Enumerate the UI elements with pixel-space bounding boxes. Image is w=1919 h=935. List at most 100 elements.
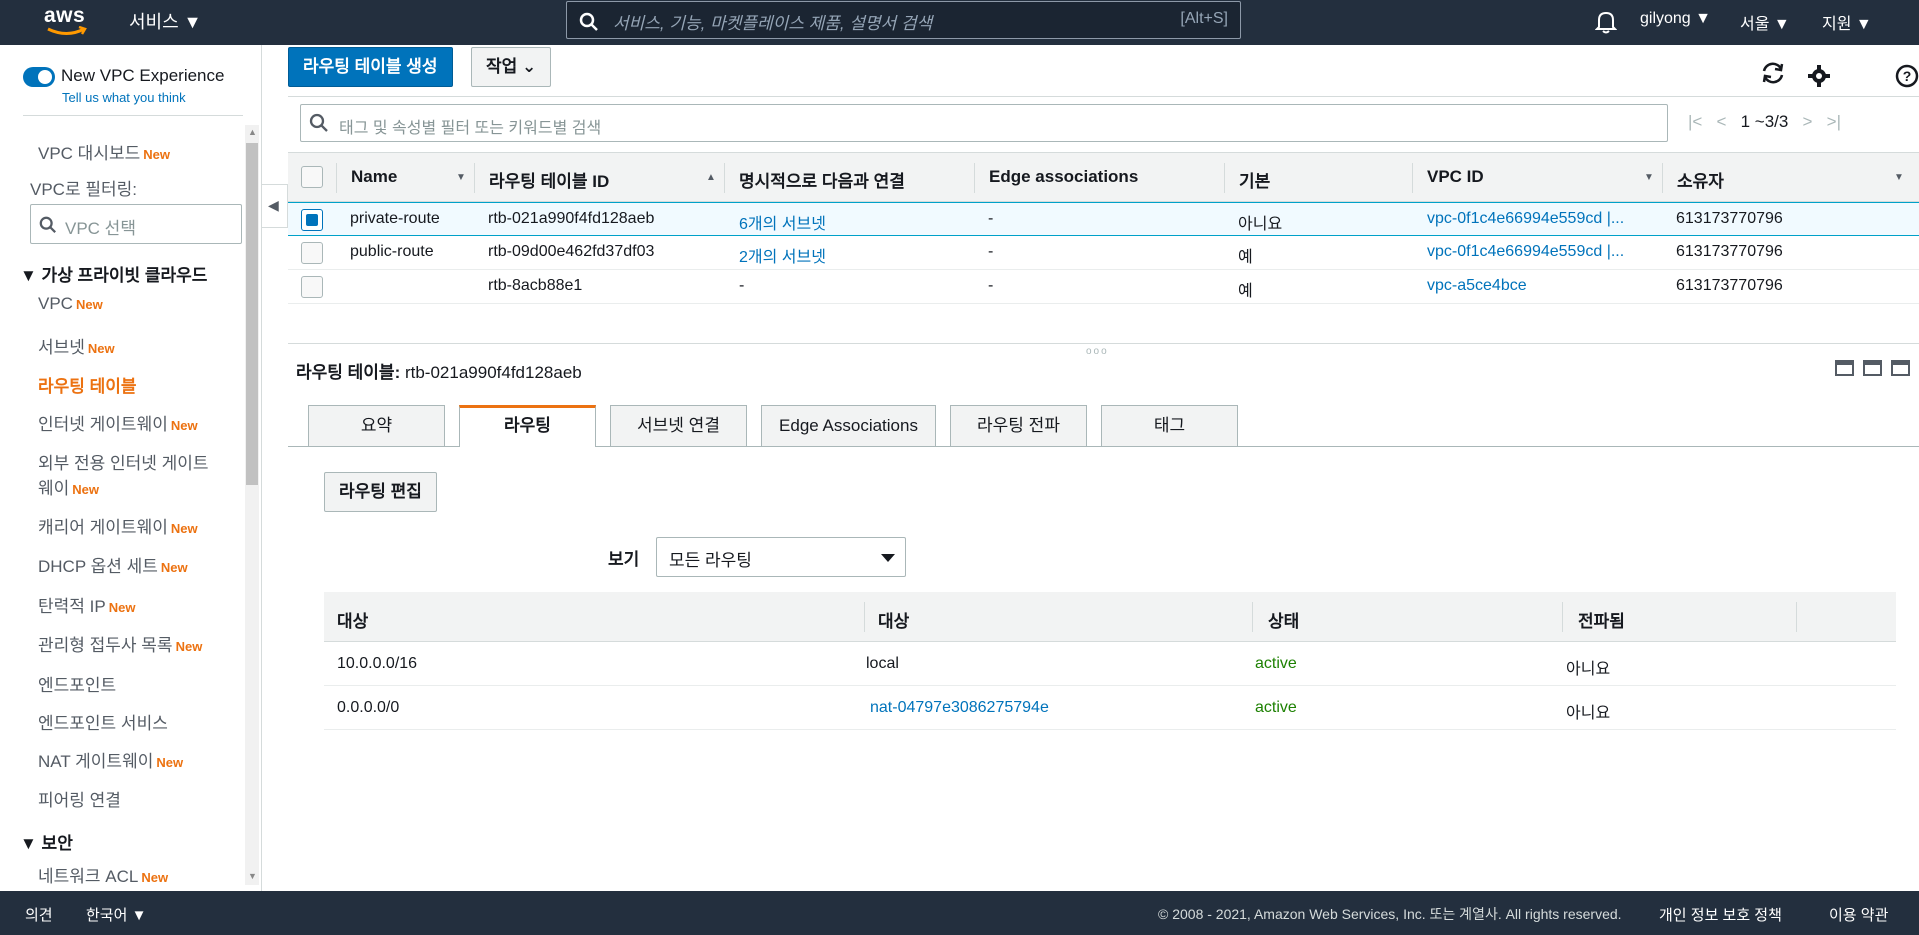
gear-icon[interactable] bbox=[1808, 65, 1830, 87]
vpc-filter-placeholder: VPC 선택 bbox=[65, 219, 136, 238]
table-row[interactable]: rtb-8acb88e1 - - 예 vpc-a5ce4bce 61317377… bbox=[288, 270, 1919, 304]
column-header-route-table-id[interactable]: 라우팅 테이블 ID bbox=[489, 167, 609, 192]
bell-icon[interactable] bbox=[1595, 10, 1617, 34]
tab-edge-associations[interactable]: Edge Associations bbox=[761, 405, 936, 446]
vpc-filter-select[interactable]: VPC 선택 bbox=[30, 204, 242, 244]
tab-routes[interactable]: 라우팅 bbox=[459, 405, 596, 447]
sidebar-item-label: NAT 게이트웨이 bbox=[38, 752, 154, 771]
cell-vpc-id-link[interactable]: vpc-a5ce4bce bbox=[1427, 277, 1655, 295]
column-header-edge-assoc[interactable]: Edge associations bbox=[989, 167, 1138, 187]
feedback-link[interactable]: 의견 bbox=[25, 904, 53, 925]
sidebar-item-egress-only-igw[interactable]: 외부 전용 인터넷 게이트 bbox=[38, 449, 209, 474]
scroll-down-icon[interactable]: ▼ bbox=[248, 871, 257, 881]
new-vpc-experience-toggle[interactable] bbox=[23, 67, 55, 87]
sidebar-item-network-acl[interactable]: 네트워크 ACL New bbox=[38, 862, 168, 887]
sidebar-item-carrier-gateways[interactable]: 캐리어 게이트웨이 New bbox=[38, 513, 198, 538]
actions-button[interactable]: 작업 ⌄ bbox=[471, 47, 552, 87]
caret-down-icon bbox=[881, 554, 895, 562]
sidebar-item-egress-only-igw-cont[interactable]: 웨이 New bbox=[38, 474, 99, 499]
layout-split-icon[interactable] bbox=[1863, 360, 1882, 376]
sidebar-item-prefix-lists[interactable]: 관리형 접두사 목록 New bbox=[38, 631, 202, 656]
column-header-explicit-assoc[interactable]: 명시적으로 다음과 연결 bbox=[739, 167, 905, 192]
tab-tags[interactable]: 태그 bbox=[1101, 405, 1238, 446]
cell-explicit-assoc-link[interactable]: 2개의 서브넷 bbox=[739, 243, 826, 267]
table-row[interactable]: private-route rtb-021a990f4fd128aeb 6개의 … bbox=[288, 202, 1919, 236]
sidebar-item-internet-gateways[interactable]: 인터넷 게이트웨이 New bbox=[38, 410, 198, 435]
sidebar-item-label: 라우팅 테이블 bbox=[38, 377, 137, 396]
sidebar-item-dashboard[interactable]: VPC 대시보드 New bbox=[38, 139, 170, 164]
sidebar-item-dhcp-options[interactable]: DHCP 옵션 세트 New bbox=[38, 552, 188, 577]
help-icon[interactable]: ? bbox=[1895, 64, 1919, 88]
section-security[interactable]: ▼ 보안 bbox=[20, 829, 73, 854]
column-header-vpc-id[interactable]: VPC ID bbox=[1427, 167, 1484, 187]
section-virtual-private-cloud[interactable]: ▼ 가상 프라이빗 클라우드 bbox=[20, 261, 207, 286]
pagination: |< < 1 ~3/3 > >| bbox=[1688, 112, 1841, 132]
select-all-checkbox[interactable] bbox=[301, 166, 323, 188]
last-page-icon[interactable]: >| bbox=[1827, 112, 1841, 131]
user-menu[interactable]: gilyong ▼ bbox=[1640, 10, 1711, 28]
new-badge: New bbox=[87, 341, 115, 356]
route-status: active bbox=[1255, 655, 1297, 672]
sidebar-item-peering[interactable]: 피어링 연결 bbox=[38, 786, 121, 811]
view-filter-select[interactable]: 모든 라우팅 bbox=[656, 537, 906, 577]
sidebar-item-subnets[interactable]: 서브넷 New bbox=[38, 333, 115, 358]
services-menu[interactable]: 서비스 ▼ bbox=[129, 8, 202, 34]
splitter-handle[interactable]: ooo bbox=[1086, 346, 1109, 357]
sidebar-item-endpoint-services[interactable]: 엔드포인트 서비스 bbox=[38, 709, 168, 734]
scrollbar-thumb[interactable] bbox=[246, 143, 258, 485]
tab-route-propagation[interactable]: 라우팅 전파 bbox=[950, 405, 1087, 446]
feedback-link[interactable]: Tell us what you think bbox=[62, 90, 186, 105]
detail-title-label: 라우팅 테이블: bbox=[296, 363, 401, 382]
cell-edge-assoc: - bbox=[988, 210, 994, 227]
support-menu[interactable]: 지원 ▼ bbox=[1822, 10, 1872, 34]
layout-bottom-icon[interactable] bbox=[1835, 360, 1854, 376]
terms-link[interactable]: 이용 약관 bbox=[1829, 904, 1888, 925]
table-filter-input[interactable]: 태그 및 속성별 필터 또는 키워드별 검색 bbox=[300, 104, 1668, 142]
column-header-name[interactable]: Name bbox=[351, 167, 397, 187]
region-menu[interactable]: 서울 ▼ bbox=[1740, 10, 1790, 34]
sidebar-item-elastic-ips[interactable]: 탄력적 IP New bbox=[38, 592, 135, 617]
column-divider bbox=[1662, 163, 1663, 193]
sort-icon[interactable]: ▼ bbox=[456, 172, 466, 183]
cell-explicit-assoc-link[interactable]: 6개의 서브넷 bbox=[739, 210, 826, 234]
row-checkbox[interactable] bbox=[301, 209, 323, 231]
sidebar: New VPC Experience Tell us what you thin… bbox=[0, 45, 262, 891]
row-checkbox[interactable] bbox=[301, 276, 323, 298]
refresh-icon[interactable] bbox=[1760, 61, 1786, 85]
aws-logo[interactable]: aws bbox=[44, 4, 90, 38]
column-header-target: 대상 bbox=[878, 612, 910, 631]
sidebar-item-nat-gateways[interactable]: NAT 게이트웨이 New bbox=[38, 747, 183, 772]
layout-full-icon[interactable] bbox=[1891, 360, 1910, 376]
sidebar-collapse-button[interactable]: ◀ bbox=[262, 184, 288, 228]
search-icon bbox=[309, 113, 328, 132]
sidebar-item-endpoints[interactable]: 엔드포인트 bbox=[38, 671, 116, 696]
route-destination: 0.0.0.0/0 bbox=[337, 699, 400, 716]
language-select[interactable]: 한국어 ▼ bbox=[86, 904, 146, 925]
divider bbox=[23, 115, 243, 116]
prev-page-icon[interactable]: < bbox=[1717, 112, 1727, 131]
route-target-link[interactable]: nat-04797e3086275794e bbox=[870, 699, 1049, 717]
privacy-link[interactable]: 개인 정보 보호 정책 bbox=[1659, 904, 1782, 925]
create-route-table-button[interactable]: 라우팅 테이블 생성 bbox=[288, 47, 453, 87]
scroll-up-icon[interactable]: ▲ bbox=[248, 127, 257, 137]
sidebar-item-vpc[interactable]: VPC New bbox=[38, 294, 103, 314]
sidebar-scrollbar[interactable]: ▲ ▼ bbox=[245, 125, 259, 885]
sort-asc-icon[interactable]: ▲ bbox=[706, 172, 716, 183]
tab-summary[interactable]: 요약 bbox=[308, 405, 445, 446]
next-page-icon[interactable]: > bbox=[1803, 112, 1813, 131]
sidebar-item-route-tables[interactable]: 라우팅 테이블 bbox=[38, 372, 137, 397]
sort-icon[interactable]: ▼ bbox=[1894, 172, 1904, 183]
pane-splitter[interactable] bbox=[288, 343, 1919, 344]
cell-vpc-id-link[interactable]: vpc-0f1c4e66994e559cd |... bbox=[1427, 210, 1655, 228]
row-checkbox[interactable] bbox=[301, 242, 323, 264]
edit-routes-button[interactable]: 라우팅 편집 bbox=[324, 472, 437, 512]
new-badge: New bbox=[143, 147, 170, 162]
column-header-owner[interactable]: 소유자 bbox=[1677, 167, 1724, 192]
first-page-icon[interactable]: |< bbox=[1688, 112, 1702, 131]
sort-icon[interactable]: ▼ bbox=[1644, 172, 1654, 183]
tab-subnet-associations[interactable]: 서브넷 연결 bbox=[610, 405, 747, 446]
table-row[interactable]: public-route rtb-09d00e462fd37df03 2개의 서… bbox=[288, 236, 1919, 270]
cell-vpc-id-link[interactable]: vpc-0f1c4e66994e559cd |... bbox=[1427, 243, 1655, 261]
column-header-main[interactable]: 기본 bbox=[1239, 167, 1270, 192]
global-search-input[interactable]: 서비스, 기능, 마켓플레이스 제품, 설명서 검색 [Alt+S] bbox=[566, 1, 1241, 39]
